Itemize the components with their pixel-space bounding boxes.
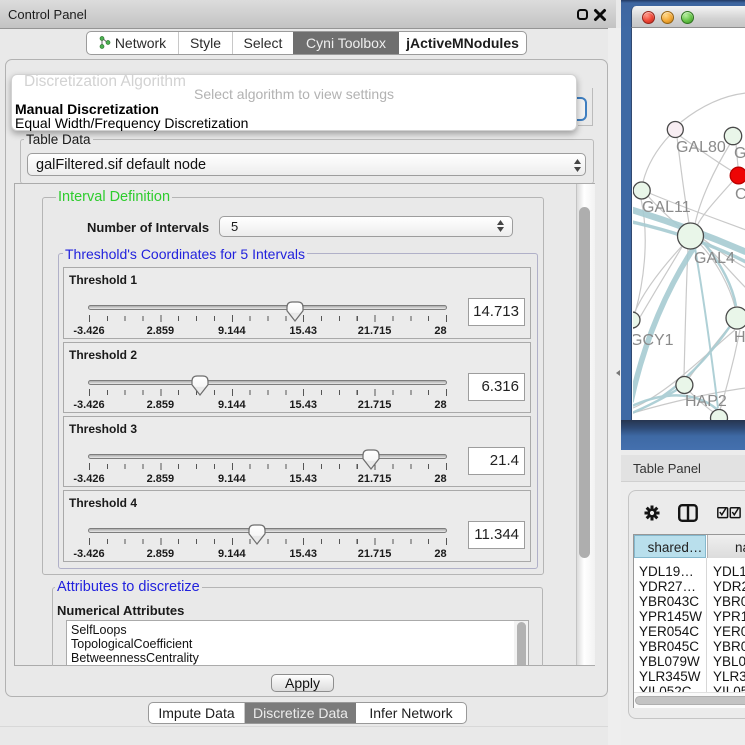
svg-text:GCY1: GCY1 (633, 332, 674, 349)
svg-text:GA: GA (734, 145, 745, 162)
svg-text:C: C (735, 186, 745, 203)
svg-text:H: H (734, 329, 745, 346)
svg-text:HAP2: HAP2 (685, 393, 727, 410)
svg-text:GAL11: GAL11 (642, 199, 691, 216)
svg-text:GAL4: GAL4 (694, 250, 735, 267)
svg-text:GAL80: GAL80 (676, 139, 726, 156)
